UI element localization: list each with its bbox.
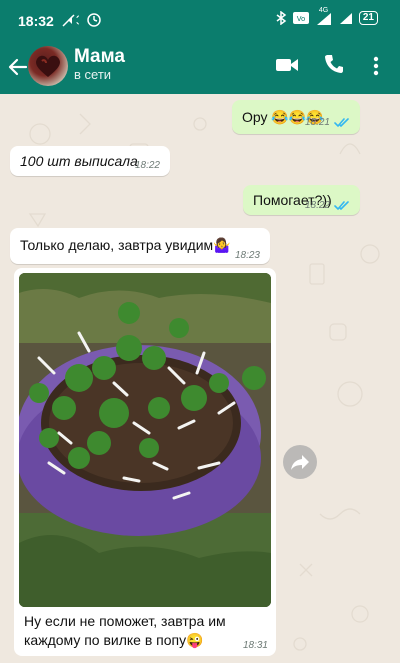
message-meta: 18:23 xyxy=(235,250,260,261)
message-bubble-photo[interactable]: Ну если не поможет, завтра им каждому по… xyxy=(14,268,276,656)
message-meta: 18:22 xyxy=(135,160,160,171)
volte-icon: Vo xyxy=(292,12,309,24)
status-bar: 18:32 Vo 4G 21 xyxy=(0,0,400,44)
forward-button[interactable] xyxy=(283,445,317,479)
message-time: 18:31 xyxy=(242,640,268,651)
more-vert-icon[interactable] xyxy=(372,56,380,76)
back-arrow-icon[interactable] xyxy=(7,56,29,78)
message-bubble-outgoing[interactable]: Помогает?)) 18:22 xyxy=(243,185,360,215)
avatar[interactable] xyxy=(28,46,68,86)
svg-text:Vo: Vo xyxy=(297,15,306,23)
message-bubble-outgoing[interactable]: Ору 😂😂😂 18:21 xyxy=(232,100,360,134)
status-system-icons: Vo 4G 21 xyxy=(275,7,378,25)
message-time: 18:21 xyxy=(304,117,330,128)
chat-area[interactable]: Ору 😂😂😂 18:21 100 шт выписала 18:22 Помо… xyxy=(0,94,400,663)
mute-alarm-icon xyxy=(62,13,101,27)
forward-icon xyxy=(291,455,309,470)
message-time: 18:22 xyxy=(304,200,330,211)
message-photo[interactable] xyxy=(19,273,271,607)
double-check-icon xyxy=(334,117,349,127)
message-text: Только делаю, завтра увидим🤷‍♀️ xyxy=(20,237,231,253)
status-notification-icons xyxy=(62,12,116,31)
message-time: 18:22 xyxy=(134,160,160,171)
battery-icon: 21 xyxy=(358,11,378,25)
video-call-icon[interactable] xyxy=(275,56,299,74)
message-meta: 18:21 xyxy=(305,117,350,128)
message-bubble-incoming[interactable]: Только делаю, завтра увидим🤷‍♀️ 18:23 xyxy=(10,228,270,264)
contact-name[interactable]: Мама xyxy=(74,46,125,68)
signal-icon xyxy=(339,13,352,24)
message-bubble-incoming[interactable]: 100 шт выписала 18:22 xyxy=(10,146,170,176)
message-text: 100 шт выписала xyxy=(20,153,138,169)
signal-4g-icon: 4G xyxy=(315,7,333,25)
bluetooth-icon xyxy=(276,11,287,25)
status-time: 18:32 xyxy=(18,13,54,29)
contact-status: в сети xyxy=(74,67,112,82)
phone-icon[interactable] xyxy=(324,54,344,74)
message-meta: 18:31 xyxy=(243,640,268,651)
message-time: 18:23 xyxy=(234,250,260,261)
message-meta: 18:22 xyxy=(305,200,350,211)
double-check-icon xyxy=(334,200,349,210)
photo-caption: Ну если не поможет, завтра им каждому по… xyxy=(24,613,226,648)
chat-header: Мама в сети xyxy=(0,44,400,94)
